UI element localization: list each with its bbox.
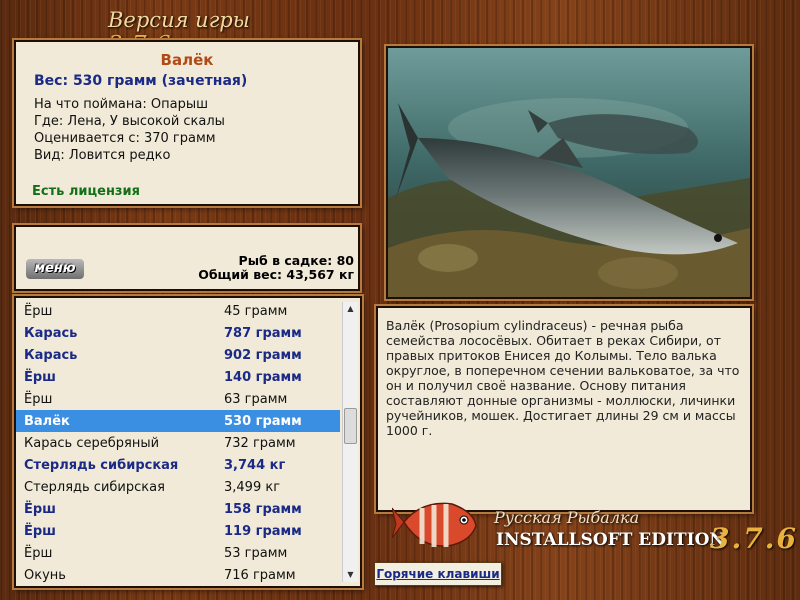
catch-row[interactable]: Стерлядь сибирская 3,499 кг — [16, 476, 340, 498]
brand-line-2: INSTALLSOFT EDITION — [496, 530, 725, 550]
catch-row-weight: 63 грамм — [224, 392, 288, 407]
menu-button[interactable]: меню — [26, 259, 84, 279]
catch-row[interactable]: Карась серебряный 732 грамм — [16, 432, 340, 454]
scroll-down-arrow-icon[interactable]: ▼ — [343, 568, 358, 582]
catch-row[interactable]: Окунь 716 грамм — [16, 564, 340, 586]
fish-weight: Вес: 530 грамм (зачетная) — [34, 73, 248, 89]
catch-row[interactable]: Карась 787 грамм — [16, 322, 340, 344]
catch-row-weight: 53 грамм — [224, 546, 288, 561]
catch-row-weight: 530 грамм — [224, 414, 302, 429]
catch-row-name: Окунь — [24, 568, 66, 583]
catch-row-name: Карась — [24, 348, 78, 363]
scroll-up-arrow-icon[interactable]: ▲ — [343, 302, 358, 316]
fish-info-panel: Валёк Вес: 530 грамм (зачетная) На что п… — [14, 40, 360, 206]
catch-row-weight: 158 грамм — [224, 502, 302, 517]
brand-line-1: Русская Рыбалка — [494, 508, 640, 527]
catch-row-weight: 716 грамм — [224, 568, 296, 583]
catch-rows: Ёрш 45 грамм Карась 787 грамм Карась 902 грам… — [16, 300, 340, 586]
catch-row[interactable]: Ёрш 119 грамм — [16, 520, 340, 542]
catch-row-weight: 787 грамм — [224, 326, 302, 341]
catch-row-name: Ёрш — [24, 370, 56, 385]
catch-list[interactable]: Ёрш 45 грамм Карась 787 грамм Карась 902 грам… — [14, 296, 362, 588]
bait-line: На что поймана: Опарыш — [34, 97, 208, 112]
fish-photo — [386, 46, 752, 299]
valued-from-line: Оценивается с: 370 грамм — [34, 131, 216, 146]
rarity-line: Вид: Ловится редко — [34, 148, 171, 163]
catch-row-name: Валёк — [24, 414, 70, 429]
catch-row-weight: 732 грамм — [224, 436, 296, 451]
fish-name: Валёк — [160, 51, 214, 69]
catch-row-name: Карась серебряный — [24, 436, 160, 451]
fish-photo-image — [388, 48, 750, 297]
fish-count: Рыб в садке: 80 — [238, 253, 354, 268]
catch-row-name: Стерлядь сибирская — [24, 480, 165, 495]
fish-details: На что поймана: Опарыш Где: Лена, У высо… — [34, 96, 225, 164]
catch-row-weight: 119 грамм — [224, 524, 302, 539]
catch-row-weight: 3,499 кг — [224, 480, 281, 495]
catch-row-name: Ёрш — [24, 304, 53, 319]
catch-row-name: Ёрш — [24, 502, 56, 517]
catch-row-name: Ёрш — [24, 392, 53, 407]
catch-row-weight: 140 грамм — [224, 370, 302, 385]
license-status: Есть лицензия — [32, 184, 140, 199]
scroll-thumb[interactable] — [344, 408, 357, 444]
catch-row-weight: 3,744 кг — [224, 458, 286, 473]
game-version-title: Версия игры 3.7.6 — [108, 8, 308, 58]
hotkeys-button[interactable]: Горячие клавиши — [374, 562, 502, 586]
fish-description-panel: Валёк (Prosopium cylindraceus) - речная … — [376, 306, 752, 512]
catch-row[interactable]: Ёрш 140 грамм — [16, 366, 340, 388]
catch-row-weight: 902 грамм — [224, 348, 302, 363]
catch-row[interactable]: Ёрш 158 грамм — [16, 498, 340, 520]
creel-panel: меню Рыб в садке: 80 Общий вес: 43,567 к… — [14, 225, 360, 291]
total-weight: Общий вес: 43,567 кг — [198, 267, 354, 282]
fish-description: Валёк (Prosopium cylindraceus) - речная … — [386, 318, 740, 438]
catch-row-name: Ёрш — [24, 524, 56, 539]
catch-row[interactable]: Валёк 530 грамм — [16, 410, 340, 432]
catch-scrollbar[interactable]: ▲ ▼ — [342, 302, 358, 582]
catch-row-weight: 45 грамм — [224, 304, 288, 319]
catch-row[interactable]: Ёрш 53 грамм — [16, 542, 340, 564]
version-prefix: Версия игры — [108, 8, 250, 32]
catch-row[interactable]: Ёрш 63 грамм — [16, 388, 340, 410]
redfish-logo-icon — [392, 502, 477, 547]
catch-row[interactable]: Стерлядь сибирская 3,744 кг — [16, 454, 340, 476]
catch-row-name: Ёрш — [24, 546, 53, 561]
brand-version: 3.7.6 — [710, 522, 798, 555]
catch-row[interactable]: Карась 902 грамм — [16, 344, 340, 366]
creel-stats: Рыб в садке: 80 Общий вес: 43,567 кг — [198, 254, 354, 282]
catch-row-name: Карась — [24, 326, 78, 341]
catch-row[interactable]: Ёрш 45 грамм — [16, 300, 340, 322]
location-line: Где: Лена, У высокой скалы — [34, 114, 225, 129]
catch-row-name: Стерлядь сибирская — [24, 458, 179, 473]
